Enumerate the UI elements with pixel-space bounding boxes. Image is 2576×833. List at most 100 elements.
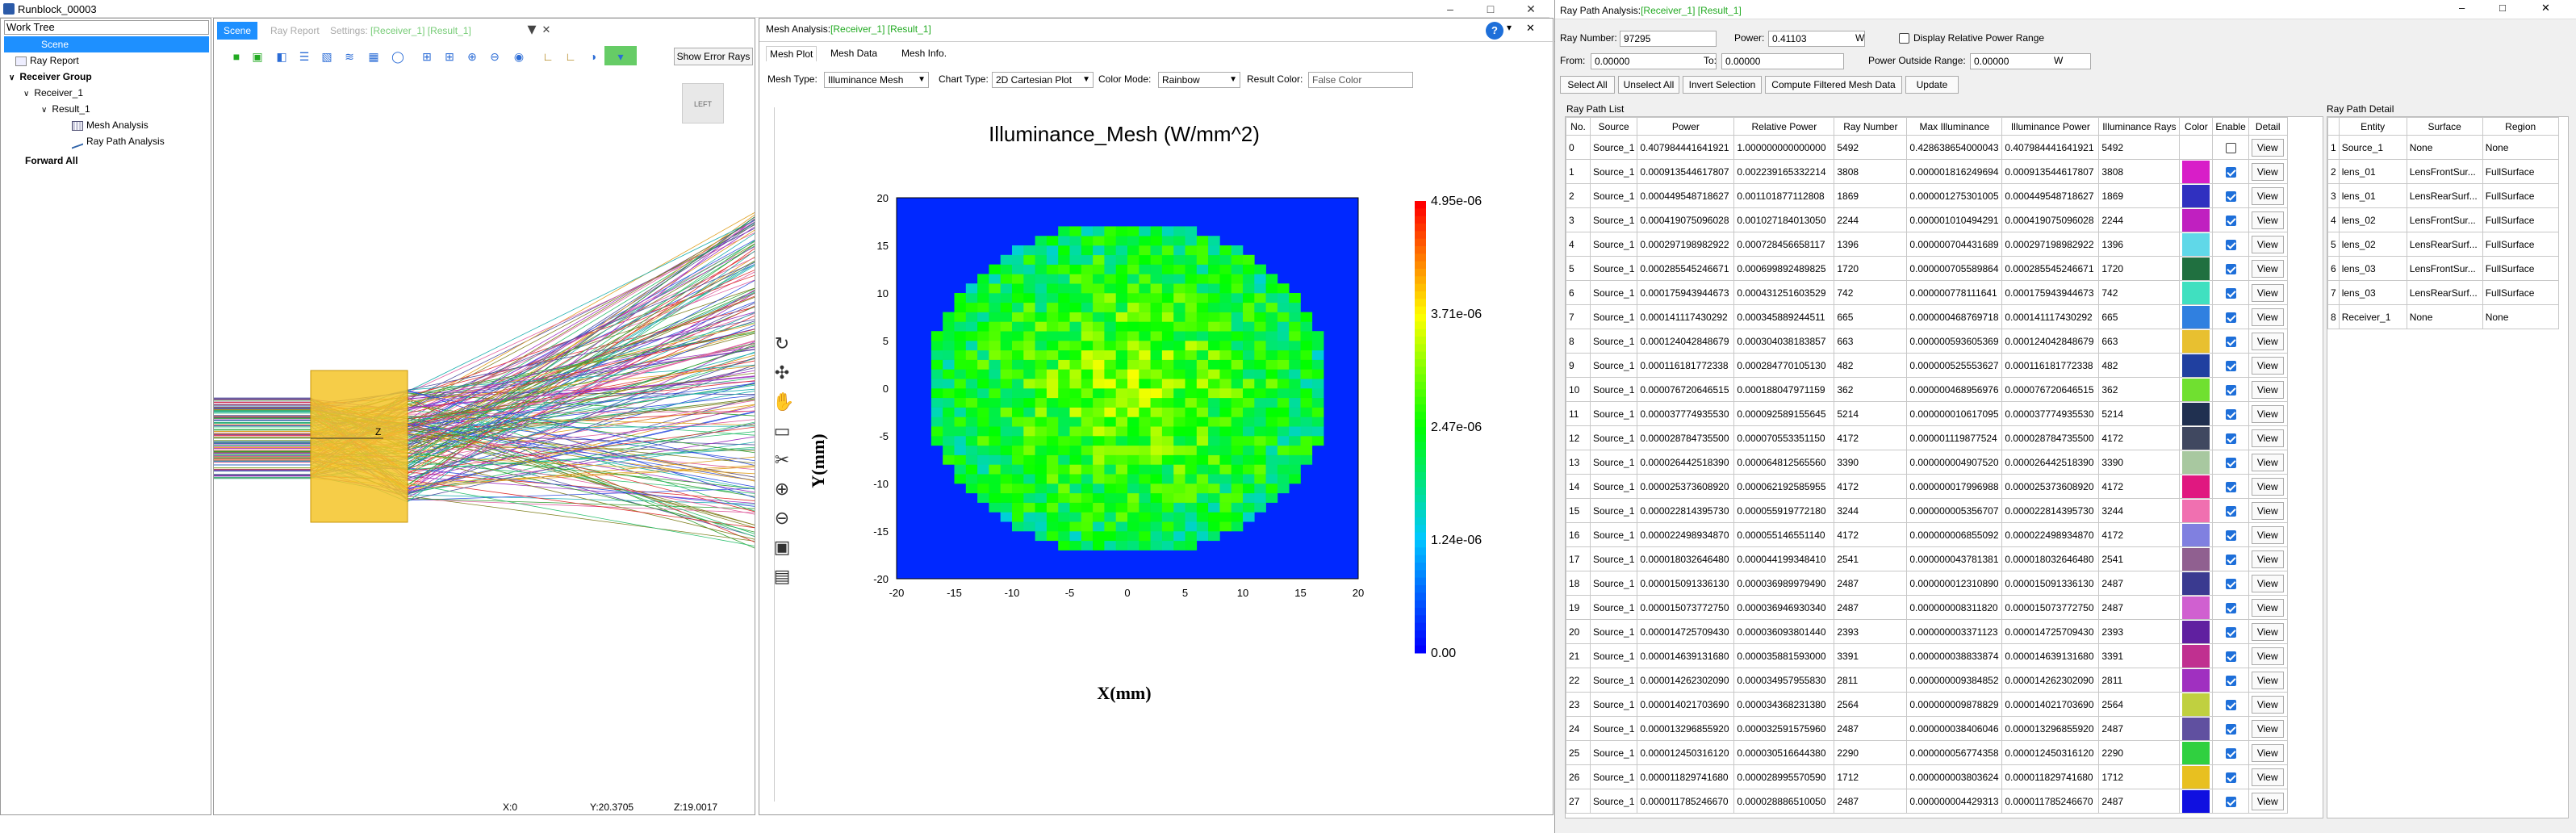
view-cube[interactable]: LEFT bbox=[682, 83, 724, 123]
view-button[interactable]: View bbox=[2251, 792, 2284, 810]
color-cell[interactable] bbox=[2179, 207, 2214, 232]
table-row[interactable]: 18 Source_1 0.000015091336130 0.00003698997… bbox=[1566, 571, 2288, 596]
close-icon[interactable]: ✕ bbox=[1517, 0, 1545, 18]
enable-checkbox[interactable] bbox=[2225, 457, 2236, 468]
color-swatch[interactable] bbox=[2182, 281, 2210, 304]
lens-assembly[interactable] bbox=[310, 370, 408, 523]
detail-row[interactable]: 2 lens_01 LensFrontSur... FullSurface bbox=[2327, 159, 2559, 184]
enable-checkbox[interactable] bbox=[2225, 796, 2236, 807]
detail-column-header[interactable]: Entity bbox=[2338, 117, 2407, 136]
detail-column-header[interactable]: Region bbox=[2482, 117, 2559, 136]
compute-filtered-button[interactable]: Compute Filtered Mesh Data bbox=[1765, 76, 1902, 94]
color-swatch[interactable] bbox=[2182, 499, 2210, 522]
color-swatch[interactable] bbox=[2182, 426, 2210, 450]
color-cell[interactable] bbox=[2179, 377, 2214, 402]
cube-icon[interactable]: ◯ bbox=[387, 46, 409, 65]
column-header[interactable]: Power bbox=[1637, 117, 1735, 136]
color-cell[interactable] bbox=[2179, 232, 2214, 257]
table-row[interactable]: 7 Source_1 0.000141117430292 0.000345889244… bbox=[1566, 304, 2288, 329]
color-swatch[interactable] bbox=[2182, 596, 2210, 619]
tree-item-mesh-analysis[interactable]: Mesh Analysis bbox=[72, 117, 148, 133]
tree-item-receiver-group[interactable]: ∨ Receiver Group bbox=[9, 69, 92, 85]
enable-checkbox[interactable] bbox=[2225, 481, 2236, 492]
enable-checkbox[interactable] bbox=[2225, 433, 2236, 444]
color-swatch[interactable] bbox=[2182, 571, 2210, 595]
measure-icon[interactable]: ∟ bbox=[559, 46, 582, 65]
color-cell[interactable] bbox=[2179, 425, 2214, 450]
column-header[interactable]: Max Illuminance bbox=[1906, 117, 2003, 136]
color-cell[interactable] bbox=[2179, 692, 2214, 717]
tab-settings[interactable]: Settings: [Receiver_1] [Result_1] bbox=[324, 22, 478, 40]
table-row[interactable]: 26 Source_1 0.000011829741680 0.00002899557… bbox=[1566, 764, 2288, 789]
view-button[interactable]: View bbox=[2251, 598, 2284, 617]
tab-mesh-data[interactable]: Mesh Data bbox=[830, 48, 877, 59]
view-button[interactable]: View bbox=[2251, 211, 2284, 229]
enable-checkbox[interactable] bbox=[2225, 142, 2236, 153]
table-row[interactable]: 15 Source_1 0.000022814395730 0.00005591977… bbox=[1566, 498, 2288, 523]
view-button[interactable]: View bbox=[2251, 550, 2284, 568]
color-display-icon[interactable]: ▾ bbox=[604, 46, 637, 65]
color-swatch[interactable] bbox=[2182, 741, 2210, 764]
mesh-type-select[interactable]: Illuminance Mesh ▼ bbox=[824, 72, 929, 88]
ray-trace-viewport[interactable]: Z bbox=[214, 196, 755, 567]
enable-checkbox[interactable] bbox=[2225, 505, 2236, 517]
color-swatch[interactable] bbox=[2182, 693, 2210, 716]
color-cell[interactable] bbox=[2179, 401, 2214, 426]
column-header[interactable]: Source bbox=[1589, 117, 1638, 136]
ray-number-field[interactable]: 97295 bbox=[1620, 31, 1717, 47]
update-button[interactable]: Update bbox=[1905, 76, 1959, 94]
enable-checkbox[interactable] bbox=[2225, 384, 2236, 396]
fit-all-icon[interactable]: ⊞ bbox=[416, 46, 438, 65]
color-cell[interactable] bbox=[2179, 135, 2214, 160]
select-rect-icon[interactable]: ▭ bbox=[772, 416, 792, 446]
cut-icon[interactable]: ✂ bbox=[772, 446, 792, 475]
column-header[interactable]: Detail bbox=[2248, 117, 2288, 136]
enable-checkbox[interactable] bbox=[2225, 554, 2236, 565]
detail-column-header[interactable] bbox=[2327, 117, 2340, 136]
table-row[interactable]: 19 Source_1 0.000015073772750 0.00003694693… bbox=[1566, 595, 2288, 620]
zoom-out-icon[interactable]: ⊖ bbox=[772, 504, 792, 533]
view-button[interactable]: View bbox=[2251, 380, 2284, 399]
table-row[interactable]: 9 Source_1 0.000116181772338 0.000284770105… bbox=[1566, 353, 2288, 378]
view-button[interactable]: View bbox=[2251, 453, 2284, 471]
document-icon[interactable]: ▣ bbox=[772, 533, 792, 562]
column-header[interactable]: Illuminance Power bbox=[2001, 117, 2100, 136]
table-row[interactable]: 14 Source_1 0.000025373608920 0.00006219258… bbox=[1566, 474, 2288, 499]
enable-checkbox[interactable] bbox=[2225, 215, 2236, 226]
rotate-icon[interactable]: ↻ bbox=[772, 329, 792, 358]
table-row[interactable]: 10 Source_1 0.000076720646515 0.00018804797… bbox=[1566, 377, 2288, 402]
enable-checkbox[interactable] bbox=[2225, 747, 2236, 759]
enable-checkbox[interactable] bbox=[2225, 675, 2236, 686]
pan-icon[interactable]: ✣ bbox=[772, 358, 792, 387]
detail-row[interactable]: 5 lens_02 LensRearSurf... FullSurface bbox=[2327, 232, 2559, 257]
color-swatch[interactable] bbox=[2182, 257, 2210, 280]
enable-checkbox[interactable] bbox=[2225, 626, 2236, 638]
enable-checkbox[interactable] bbox=[2225, 530, 2236, 541]
tab-close-icon[interactable]: ✕ bbox=[538, 22, 554, 38]
view-button[interactable]: View bbox=[2251, 574, 2284, 592]
view-button[interactable]: View bbox=[2251, 477, 2284, 496]
collapse-icon[interactable]: ∨ bbox=[9, 73, 15, 82]
table-row[interactable]: 17 Source_1 0.000018032646480 0.00004419934… bbox=[1566, 546, 2288, 571]
color-cell[interactable] bbox=[2179, 304, 2214, 329]
enable-checkbox[interactable] bbox=[2225, 312, 2236, 323]
view-button[interactable]: View bbox=[2251, 719, 2284, 738]
color-swatch[interactable] bbox=[2182, 402, 2210, 425]
detail-row[interactable]: 4 lens_02 LensFrontSur... FullSurface bbox=[2327, 207, 2559, 232]
illuminance-chart[interactable]: Illuminance_Mesh (W/mm^2) -20 -15 -10 -5 0 5 1… bbox=[808, 106, 1542, 735]
table-row[interactable]: 24 Source_1 0.000013296855920 0.00003259157… bbox=[1566, 716, 2288, 741]
layers-icon[interactable]: ☰ bbox=[293, 46, 316, 65]
color-cell[interactable] bbox=[2179, 764, 2214, 789]
table-row[interactable]: 3 Source_1 0.000419075096028 0.001027184013… bbox=[1566, 207, 2288, 232]
color-cell[interactable] bbox=[2179, 522, 2214, 547]
color-cell[interactable] bbox=[2179, 571, 2214, 596]
help-icon[interactable]: ? bbox=[1486, 22, 1503, 40]
zoom-in-icon[interactable]: ⊕ bbox=[772, 475, 792, 504]
color-swatch[interactable] bbox=[2182, 208, 2210, 232]
column-header[interactable]: Relative Power bbox=[1733, 117, 1835, 136]
color-cell[interactable] bbox=[2179, 353, 2214, 378]
color-cell[interactable] bbox=[2179, 643, 2214, 668]
enable-checkbox[interactable] bbox=[2225, 772, 2236, 783]
tab-mesh-plot[interactable]: Mesh Plot bbox=[766, 46, 818, 61]
color-cell[interactable] bbox=[2179, 329, 2214, 354]
